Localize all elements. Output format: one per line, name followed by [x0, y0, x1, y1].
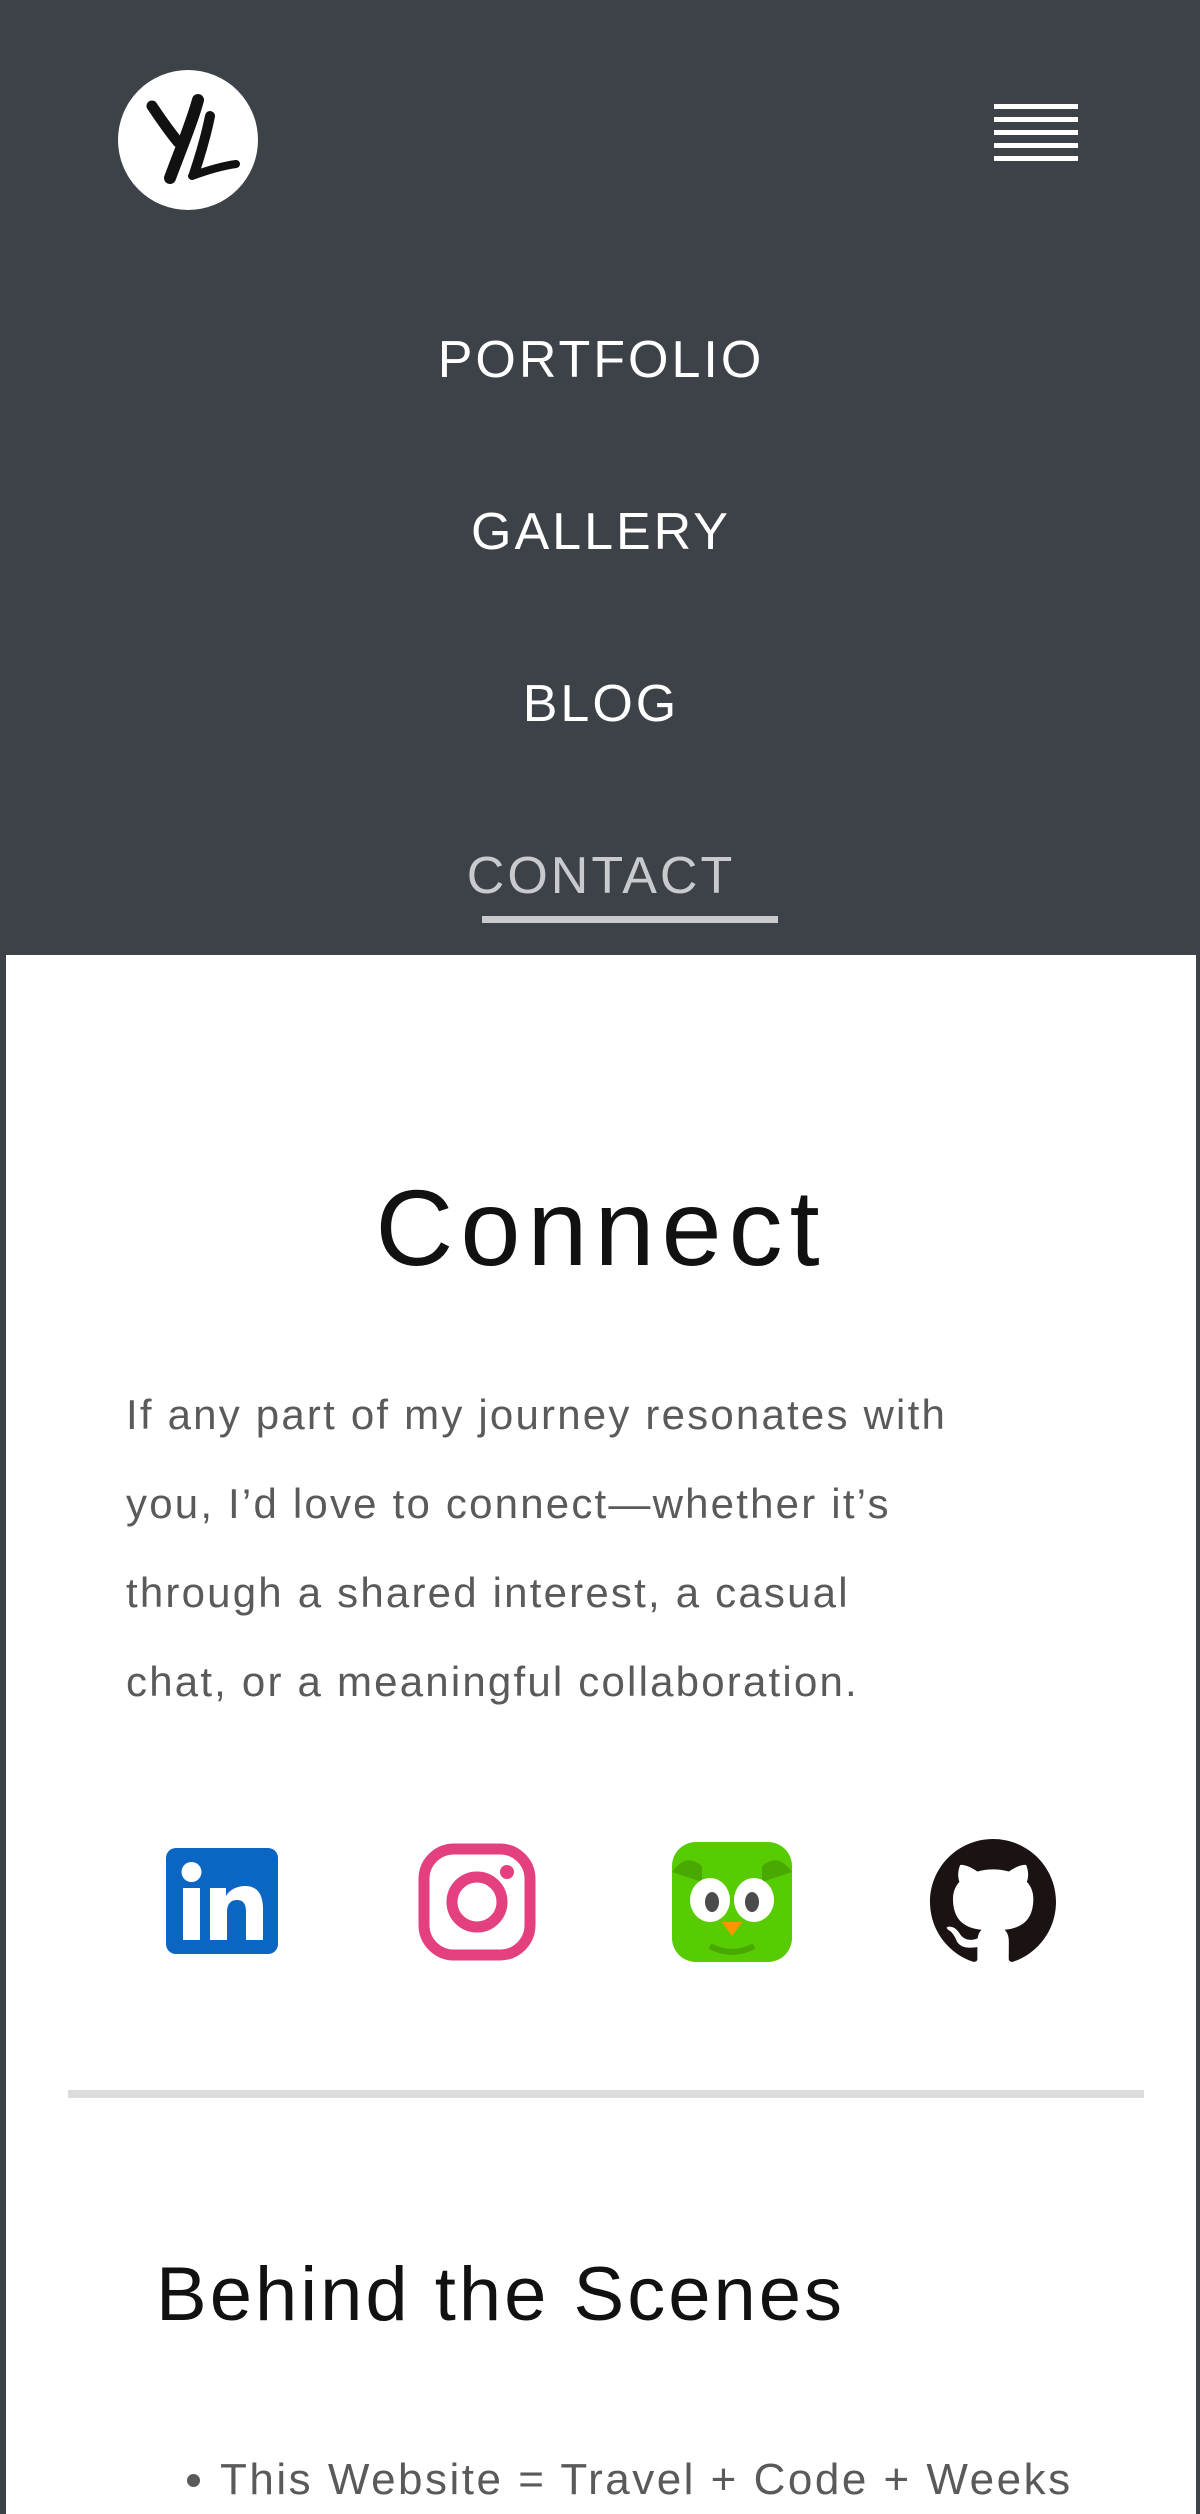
github-link[interactable] [928, 1839, 1058, 1970]
social-links [6, 1835, 1196, 1965]
hamburger-icon-bar [994, 130, 1078, 135]
intro-line: through a shared interest, a casual [126, 1569, 850, 1616]
hamburger-icon-bar [994, 143, 1078, 148]
section-divider [68, 2090, 1144, 2098]
intro-text: If any part of my journey resonates with… [126, 1370, 1086, 1726]
duolingo-link[interactable] [672, 1842, 792, 1967]
duolingo-icon [672, 1842, 792, 1962]
hamburger-icon-bar [994, 117, 1078, 122]
nav-item-portfolio[interactable]: PORTFOLIO [438, 330, 765, 390]
behind-the-scenes-list: This Website = Travel + Code + Weeks [176, 2445, 1073, 2514]
behind-the-scenes-title: Behind the Scenes [156, 2252, 846, 2337]
active-nav-indicator [482, 916, 778, 923]
page: PORTFOLIO GALLERY BLOG CONTACT Connect I… [0, 0, 1200, 2514]
nav-item-contact[interactable]: CONTACT [467, 846, 735, 906]
nav-item-gallery[interactable]: GALLERY [471, 502, 731, 562]
intro-line: chat, or a meaningful collaboration. [126, 1658, 859, 1705]
nav-item-blog[interactable]: BLOG [523, 674, 680, 734]
hamburger-icon-bar [994, 156, 1078, 161]
menu-button[interactable] [986, 104, 1086, 184]
intro-line: If any part of my journey resonates with [126, 1391, 948, 1438]
instagram-link[interactable] [418, 1843, 536, 1966]
logo-mark [146, 94, 240, 184]
intro-line: you, I’d love to connect—whether it’s [126, 1480, 891, 1527]
logo[interactable] [118, 70, 258, 210]
github-icon [930, 1839, 1056, 1962]
list-item: This Website = Travel + Code + Weeks [220, 2445, 1073, 2514]
linkedin-icon [166, 1848, 278, 1954]
site-header: PORTFOLIO GALLERY BLOG CONTACT [6, 0, 1196, 955]
page-title: Connect [375, 1167, 827, 1288]
linkedin-link[interactable] [166, 1848, 278, 1959]
instagram-icon [418, 1843, 536, 1961]
hamburger-icon-bar [994, 104, 1078, 109]
